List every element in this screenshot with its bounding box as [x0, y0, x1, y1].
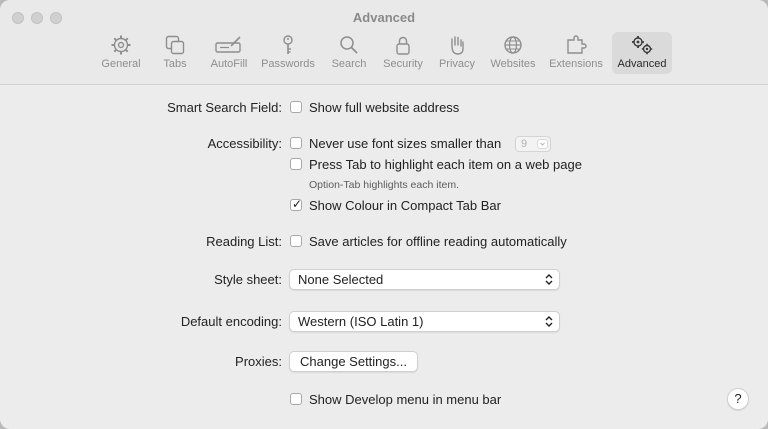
- tab-advanced[interactable]: Advanced: [612, 32, 672, 74]
- autofill-icon: [215, 36, 241, 53]
- tab-tabs-label: Tabs: [163, 58, 187, 70]
- show-develop-menu-label: Show Develop menu in menu bar: [309, 392, 502, 407]
- tab-general[interactable]: General: [98, 32, 144, 74]
- tab-search[interactable]: Search: [326, 32, 372, 74]
- style-sheet-label: Style sheet:: [214, 272, 282, 287]
- help-button[interactable]: ?: [727, 388, 749, 410]
- min-font-size-label: Never use font sizes smaller than: [309, 136, 502, 151]
- gears-icon: [632, 36, 653, 55]
- reading-list-label: Reading List:: [206, 234, 282, 249]
- globe-icon: [504, 36, 522, 54]
- tab-security-label: Security: [383, 58, 423, 70]
- show-colour-compact-tab-label: Show Colour in Compact Tab Bar: [309, 198, 501, 213]
- change-settings-button[interactable]: Change Settings...: [289, 351, 418, 372]
- style-sheet-value: None Selected: [298, 272, 384, 287]
- tab-passwords-label: Passwords: [261, 58, 315, 70]
- key-icon: [283, 35, 293, 54]
- min-font-size-select[interactable]: 9: [515, 136, 551, 152]
- min-font-size-value: 9: [521, 138, 528, 150]
- tab-extensions-label: Extensions: [549, 58, 603, 70]
- save-offline-checkbox[interactable]: [290, 235, 302, 247]
- tab-extensions[interactable]: Extensions: [546, 32, 606, 74]
- updown-chevron-icon: [545, 316, 553, 327]
- show-full-address-checkbox[interactable]: [290, 101, 302, 113]
- tab-privacy[interactable]: Privacy: [434, 32, 480, 74]
- gear-icon: [111, 35, 131, 55]
- window-title: Advanced: [352, 10, 416, 25]
- show-develop-menu-checkbox[interactable]: [290, 393, 302, 405]
- smart-search-field-label: Smart Search Field:: [167, 100, 282, 115]
- style-sheet-select[interactable]: None Selected: [289, 269, 560, 290]
- checkmark-icon: ✓: [292, 197, 303, 211]
- tab-general-label: General: [101, 58, 141, 70]
- updown-chevron-icon: [545, 274, 553, 285]
- tab-security[interactable]: Security: [380, 32, 426, 74]
- show-colour-compact-tab-checkbox[interactable]: ✓: [290, 197, 303, 211]
- tab-websites-label: Websites: [490, 58, 536, 70]
- show-full-address-label: Show full website address: [309, 100, 460, 115]
- press-tab-checkbox[interactable]: [290, 158, 302, 170]
- min-font-size-checkbox[interactable]: [290, 137, 302, 149]
- default-encoding-select[interactable]: Western (ISO Latin 1): [289, 311, 560, 332]
- puzzle-icon: [567, 35, 587, 54]
- preferences-window: Advanced General Tabs AutoFill Passwords…: [0, 0, 768, 429]
- tab-websites[interactable]: Websites: [488, 32, 538, 74]
- proxies-label: Proxies:: [235, 354, 282, 369]
- option-tab-hint: Option-Tab highlights each item.: [309, 179, 459, 191]
- press-tab-label: Press Tab to highlight each item on a we…: [309, 157, 582, 172]
- tab-passwords[interactable]: Passwords: [260, 32, 316, 74]
- default-encoding-label: Default encoding:: [180, 314, 282, 329]
- tab-privacy-label: Privacy: [438, 58, 476, 70]
- tab-tabs[interactable]: Tabs: [156, 32, 194, 74]
- lock-icon: [396, 36, 410, 55]
- chevron-down-icon: [537, 139, 548, 149]
- search-icon: [340, 36, 358, 54]
- accessibility-label: Accessibility:: [207, 136, 282, 151]
- tab-search-label: Search: [331, 58, 367, 70]
- save-offline-label: Save articles for offline reading automa…: [309, 234, 567, 249]
- tab-advanced-label: Advanced: [617, 58, 667, 70]
- tab-autofill-label: AutoFill: [210, 58, 248, 70]
- tab-autofill[interactable]: AutoFill: [206, 32, 252, 74]
- advanced-settings-pane: Smart Search Field: Show full website ad…: [0, 85, 768, 429]
- hand-icon: [451, 36, 464, 55]
- title-bar: Advanced General Tabs AutoFill Passwords…: [0, 0, 768, 85]
- default-encoding-value: Western (ISO Latin 1): [298, 314, 424, 329]
- tabs-icon: [165, 35, 185, 55]
